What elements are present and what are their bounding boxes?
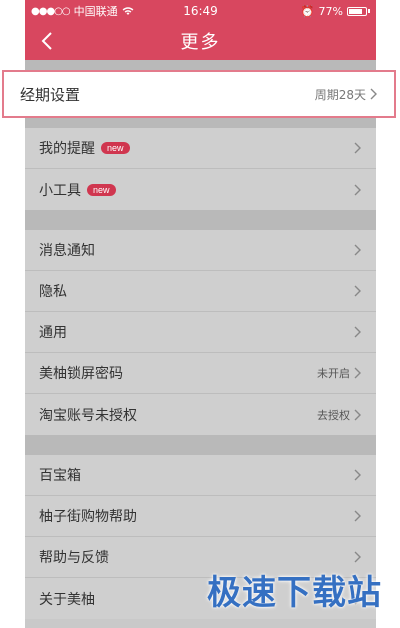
back-icon[interactable] <box>37 30 59 52</box>
list-item-label: 淘宝账号未授权 <box>39 407 137 424</box>
list-item-taobao-auth[interactable]: 淘宝账号未授权 去授权 <box>25 394 376 435</box>
list-item-label: 隐私 <box>39 284 67 300</box>
list-item-label: 消息通知 <box>39 243 95 259</box>
chevron-right-icon <box>354 142 361 154</box>
divider <box>25 210 376 230</box>
list-item-label: 小工具 <box>39 182 81 199</box>
list-item-lock-password[interactable]: 美柚锁屏密码 未开启 <box>25 353 376 394</box>
row-right <box>354 326 362 338</box>
chevron-right-icon <box>354 285 361 297</box>
list-item-my-reminders[interactable]: 我的提醒 new <box>25 128 376 169</box>
row-right: 未开启 <box>317 365 362 381</box>
list-item-label: 通用 <box>39 325 67 341</box>
chevron-right-icon <box>354 326 361 338</box>
list-item-label: 关于美柚 <box>39 591 95 608</box>
battery-icon <box>347 6 367 16</box>
new-badge: new <box>101 142 130 154</box>
row-value: 去授权 <box>317 408 350 422</box>
status-bar: ●●●○○ 中国联通 16:49 ⏰ 77% <box>25 0 376 22</box>
chevron-right-icon <box>370 88 377 100</box>
divider <box>25 118 376 128</box>
row-right <box>354 184 362 196</box>
chevron-right-icon <box>354 367 361 379</box>
list-item-general[interactable]: 通用 <box>25 312 376 353</box>
chevron-right-icon <box>354 510 361 522</box>
section-settings: 消息通知 隐私 通用 美柚锁屏密码 未开启 淘宝账号未授权 去授权 <box>25 230 376 435</box>
row-right <box>354 551 362 563</box>
chevron-right-icon <box>354 409 361 420</box>
list-item-tools[interactable]: 小工具 new <box>25 169 376 210</box>
list-item-notifications[interactable]: 消息通知 <box>25 230 376 271</box>
list-item-privacy[interactable]: 隐私 <box>25 271 376 312</box>
chevron-right-icon <box>354 551 361 563</box>
nav-bar: 更多 <box>25 22 376 60</box>
list-item-period-settings[interactable]: 经期设置 周期28天 <box>2 70 396 118</box>
row-right <box>354 142 362 154</box>
row-value: 未开启 <box>317 367 350 380</box>
list-item-label: 帮助与反馈 <box>39 550 109 566</box>
row-right <box>354 244 362 256</box>
row-right: 去授权 <box>317 407 362 423</box>
page-title: 更多 <box>180 32 221 53</box>
list-item-label: 柚子街购物帮助 <box>39 509 137 525</box>
list-item-toolbox[interactable]: 百宝箱 <box>25 455 376 496</box>
row-right <box>354 285 362 297</box>
list-item-label: 美柚锁屏密码 <box>39 366 123 382</box>
list-item-shopping-help[interactable]: 柚子街购物帮助 <box>25 496 376 537</box>
list-item-label: 百宝箱 <box>39 468 81 484</box>
watermark: 极速下载站 <box>207 573 382 613</box>
row-value: 周期28天 <box>314 87 366 102</box>
row-right: 周期28天 <box>315 86 378 103</box>
new-badge: new <box>87 183 116 196</box>
chevron-right-icon <box>354 184 361 195</box>
status-time: 16:49 <box>183 4 218 18</box>
chevron-right-icon <box>354 469 361 481</box>
section-reminders: 我的提醒 new 小工具 new <box>25 128 376 210</box>
list-item-label: 我的提醒 <box>39 141 95 157</box>
row-right <box>354 469 362 481</box>
divider <box>25 435 376 455</box>
row-right <box>354 510 362 522</box>
list-item-label: 经期设置 <box>20 85 81 104</box>
chevron-right-icon <box>354 244 361 256</box>
